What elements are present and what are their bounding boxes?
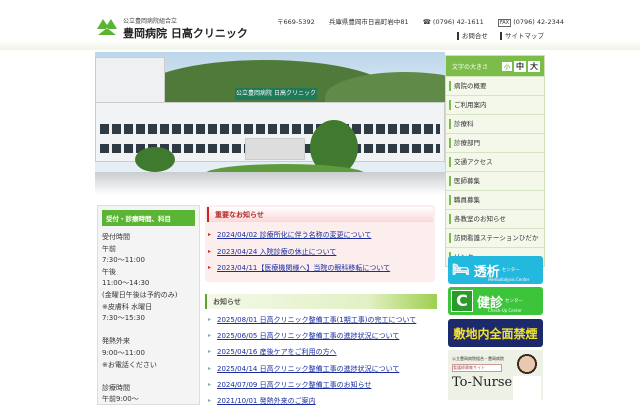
hours-panel: 受付・診療時間、科目 受付時間 午前 7:30～11:00 午後 11:00～1… xyxy=(97,205,200,405)
no-smoking-banner[interactable]: 敷地内全面禁煙 xyxy=(448,319,543,347)
nav-home-nursing[interactable]: 訪問看護ステーションひだか xyxy=(446,228,544,247)
hours-line: 午前 xyxy=(102,244,116,253)
nav-classes[interactable]: 各教室のお知らせ xyxy=(446,209,544,228)
address: 兵庫県豊岡市日高町岩中81 xyxy=(328,18,409,26)
contact-info: 〒669-5392 兵庫県豊岡市日高町岩中81 ☎ (0796) 42-1611… xyxy=(277,16,565,27)
nav-access[interactable]: 交通アクセス xyxy=(446,152,544,171)
site-title[interactable]: 豊岡病院 日高クリニック xyxy=(123,25,248,41)
clinic-sign: 公立豊岡病院 日高クリニック xyxy=(235,88,317,100)
font-large-button[interactable]: 大 xyxy=(528,60,540,72)
hours-line: ※お電話ください xyxy=(102,360,157,369)
news-title: お知らせ xyxy=(205,294,437,309)
font-size-label: 文字の大きさ xyxy=(452,63,489,71)
tel: ☎ (0796) 42-1611 xyxy=(422,18,484,26)
fax-icon: FAX xyxy=(497,19,512,27)
hours-line: 午後 xyxy=(102,267,116,276)
hero-image: 公立豊岡病院 日高クリニック xyxy=(95,52,445,195)
checkup-c-icon: C xyxy=(451,290,473,312)
hours-line xyxy=(102,371,195,383)
news-link[interactable]: 2025/08/01 日高クリニック整備工事(1期工事)の完工について xyxy=(205,312,437,328)
header: 公立豊岡病院組合立 豊岡病院 日高クリニック 〒669-5392 兵庫県豊岡市日… xyxy=(0,0,640,50)
important-link[interactable]: 2023/04/24 入院診療の休止について xyxy=(205,244,435,261)
font-small-button[interactable]: 小 xyxy=(501,61,512,71)
nav-doctor-recruit[interactable]: 医師募集 xyxy=(446,171,544,190)
important-link[interactable]: 2024/04/02 診療所化に伴う名称の変更について xyxy=(205,227,435,244)
sitemap-link[interactable]: サイトマップ xyxy=(500,32,544,40)
postal: 〒669-5392 xyxy=(277,18,315,26)
dialysis-center-banner[interactable]: 🛏 透析 センター Hemodialysis Center xyxy=(448,256,543,284)
important-notices: 重要なお知らせ 2024/04/02 診療所化に伴う名称の変更について 2023… xyxy=(205,205,435,282)
hours-title: 受付・診療時間、科目 xyxy=(102,210,195,226)
important-title: 重要なお知らせ xyxy=(207,207,433,222)
nav-departments[interactable]: 診療科 xyxy=(446,114,544,133)
font-medium-button[interactable]: 中 xyxy=(514,60,526,72)
font-size-control: 文字の大きさ 小 中 大 xyxy=(446,56,544,76)
dialysis-icon: 🛏 xyxy=(452,262,470,278)
hours-line: 11:00～14:30 xyxy=(102,279,150,288)
hours-line: 発熱外来 xyxy=(102,337,130,346)
hours-line: ※皮膚科 水曜日 xyxy=(102,302,153,311)
nurse-photo xyxy=(513,352,541,400)
checkup-center-banner[interactable]: C 健診 センター Check-Up Center xyxy=(448,287,543,315)
hours-line: 7:30～15:30 xyxy=(102,314,145,323)
hours-line: 9:00～11:00 xyxy=(102,348,145,357)
phone-icon: ☎ xyxy=(422,18,431,26)
news-link[interactable]: 2021/10/01 発熱外来のご案内 xyxy=(205,393,437,409)
org-small: 公立豊岡病院組合立 xyxy=(123,18,178,25)
hours-line xyxy=(102,325,195,337)
news-section: お知らせ 2025/08/01 日高クリニック整備工事(1期工事)の完工について… xyxy=(205,294,437,409)
hours-line: 受付時間 xyxy=(102,233,130,241)
news-link[interactable]: 2025/04/14 日高クリニック整備工事の進捗状況について xyxy=(205,361,437,377)
header-links: お問合せ サイトマップ xyxy=(447,30,544,40)
nav-staff-recruit[interactable]: 職員募集 xyxy=(446,190,544,209)
contact-link[interactable]: お問合せ xyxy=(456,32,488,40)
nav-guide[interactable]: ご利用案内 xyxy=(446,95,544,114)
nav-divisions[interactable]: 診療部門 xyxy=(446,133,544,152)
hours-line: 午前9:00～ xyxy=(102,395,139,404)
fax: FAX (0796) 42-2344 xyxy=(497,18,565,27)
news-link[interactable]: 2025/06/05 日高クリニック整備工事の進捗状況について xyxy=(205,328,437,344)
hours-line: 7:30～11:00 xyxy=(102,256,145,265)
nav-overview[interactable]: 病院の概要 xyxy=(446,76,544,95)
news-link[interactable]: 2024/07/09 日高クリニック整備工事のお知らせ xyxy=(205,377,437,393)
logo-icon xyxy=(97,19,117,35)
hours-line: (金曜日午後は予約のみ) xyxy=(102,290,178,299)
sidebar-nav: 文字の大きさ 小 中 大 病院の概要 ご利用案内 診療科 診療部門 交通アクセス… xyxy=(445,55,545,267)
to-nurse-banner[interactable]: 公立豊岡病院組合・豊岡病院 看護師募集サイト To-Nurse xyxy=(448,350,543,400)
important-link[interactable]: 2023/04/11【医療機関様へ】当院の眼科移転について xyxy=(205,260,435,277)
news-link[interactable]: 2025/04/16 産後ケアをご利用の方へ xyxy=(205,344,437,360)
hours-line: 診療時間 xyxy=(102,383,130,392)
